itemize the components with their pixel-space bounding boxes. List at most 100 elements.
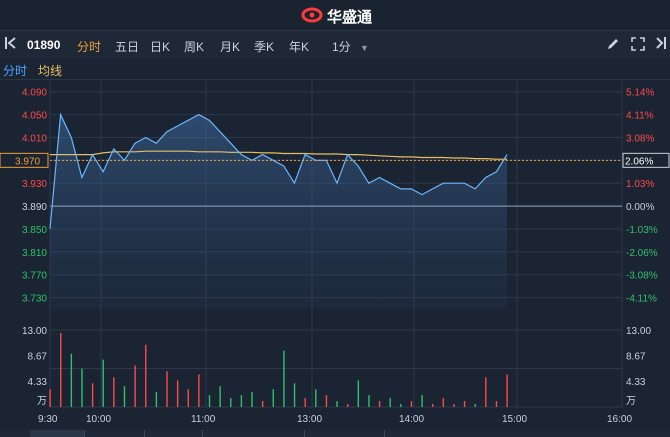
volume-bar <box>400 404 402 407</box>
price-tick-label: 4.090 <box>22 88 47 99</box>
expand-icon[interactable] <box>631 37 645 54</box>
toolbar: 01890 分时 五日 日K 周K 月K 季K 年K 1分 ▼ <box>0 31 670 59</box>
volume-bar <box>240 395 243 407</box>
volume-bar <box>283 350 285 407</box>
bottom-tab-3[interactable] <box>146 430 203 437</box>
time-tick-label: 13:00 <box>297 414 322 425</box>
bottom-tabs <box>0 430 670 437</box>
current-price-label: 3.970 <box>15 156 40 167</box>
time-tick-label: 15:00 <box>502 414 527 425</box>
volume-bar <box>336 401 338 407</box>
legend-row: 分时 均线 <box>0 59 670 80</box>
price-tick-label: 4.050 <box>22 111 47 122</box>
volume-bar <box>49 389 51 407</box>
volume-bar <box>219 386 221 407</box>
pct-tick-label: -1.03% <box>626 225 658 236</box>
tab-yearly-k[interactable]: 年K <box>289 38 309 55</box>
time-tick-label: 16:00 <box>607 414 632 425</box>
tab-daily-k[interactable]: 日K <box>150 38 170 55</box>
pct-tick-label: -2.06% <box>626 248 658 259</box>
pencil-icon[interactable] <box>606 37 620 54</box>
time-tick-label: 11:00 <box>191 414 216 425</box>
volume-bar <box>378 401 381 407</box>
tab-five-day[interactable]: 五日 <box>115 38 139 55</box>
volume-bars <box>49 332 508 407</box>
collapse-left-icon[interactable] <box>4 36 18 53</box>
pct-tick-label: -3.08% <box>626 271 658 282</box>
volume-bar <box>145 344 147 407</box>
legend-timeshare: 分时 <box>3 64 28 78</box>
price-area <box>50 114 507 309</box>
time-axis: 9:30 10:00 11:00 13:00 14:00 15:00 16:00 <box>38 414 632 425</box>
volume-tick-label: 万 <box>626 396 636 407</box>
tab-monthly-k[interactable]: 月K <box>220 38 240 55</box>
volume-bar <box>113 377 115 407</box>
bottom-tab-1[interactable] <box>30 430 85 437</box>
time-tick-label: 14:00 <box>399 414 424 425</box>
volume-bar <box>293 383 296 407</box>
current-pct-label: 2.06% <box>625 156 653 167</box>
stock-code: 01890 <box>27 38 61 52</box>
volume-tick-label: 万 <box>37 396 47 407</box>
volume-bar <box>506 374 508 407</box>
volume-bar <box>187 389 189 407</box>
volume-bar <box>325 395 328 407</box>
volume-tick-label: 13.00 <box>22 326 47 337</box>
pct-axis-right: 5.14% 4.11% 3.08% 1.03% 0.00% -1.03% -2.06% -3.… <box>626 88 658 305</box>
brand: 华盛通 <box>301 6 373 27</box>
volume-axis-right: 13.00 8.67 4.33 万 <box>626 326 651 407</box>
volume-bar <box>70 353 73 407</box>
tab-timeshare[interactable]: 分时 <box>77 38 101 55</box>
volume-bar <box>123 386 126 407</box>
pct-tick-label: 3.08% <box>626 133 654 144</box>
bottom-tab-5[interactable] <box>306 430 385 437</box>
volume-bar <box>102 359 104 407</box>
volume-bar <box>261 401 264 407</box>
volume-bar <box>272 389 274 407</box>
sidebar-collapse-icon[interactable] <box>653 36 667 53</box>
price-tick-label: 3.850 <box>22 225 47 236</box>
price-tick-label: 3.730 <box>22 294 47 305</box>
price-tick-label: 4.010 <box>22 133 47 144</box>
chevron-down-icon: ▼ <box>360 43 369 53</box>
pct-tick-label: -4.11% <box>626 294 657 305</box>
volume-bar <box>474 404 476 407</box>
pct-tick-label: 5.14% <box>626 88 654 99</box>
volume-bar <box>485 377 487 407</box>
bottom-tab-2[interactable] <box>86 430 145 437</box>
volume-bar <box>134 365 136 407</box>
volume-bar <box>91 383 94 407</box>
volume-bar <box>389 398 391 407</box>
legend-avg: 均线 <box>38 64 63 78</box>
volume-bar <box>357 380 360 407</box>
price-axis-left: 4.090 4.050 4.010 3.930 3.890 3.850 3.810 3.770… <box>22 88 47 305</box>
huasheng-logo-icon <box>301 7 323 23</box>
volume-tick-label: 4.33 <box>626 377 646 388</box>
pct-tick-label: 1.03% <box>626 179 654 190</box>
volume-bar <box>421 395 423 407</box>
time-tick-label: 10:00 <box>86 414 111 425</box>
volume-bar <box>176 380 179 407</box>
pct-tick-label: 4.11% <box>626 111 654 122</box>
price-tick-label: 3.810 <box>22 248 47 259</box>
volume-bar <box>155 392 158 407</box>
tab-weekly-k[interactable]: 周K <box>184 38 204 55</box>
volume-bar <box>166 371 168 407</box>
price-tick-label: 3.890 <box>22 202 47 213</box>
price-volume-chart[interactable]: 4.090 4.050 4.010 3.930 3.890 3.850 3.810 3.770… <box>0 79 670 430</box>
volume-bar <box>495 401 498 407</box>
volume-bar <box>81 368 83 407</box>
volume-bar <box>346 404 349 407</box>
volume-bar <box>453 404 455 407</box>
volume-axis-left: 13.00 8.67 4.33 万 <box>22 326 47 407</box>
volume-bar <box>198 374 200 407</box>
tab-quarterly-k[interactable]: 季K <box>254 38 274 55</box>
interval-select[interactable]: 1分 ▼ <box>332 38 369 55</box>
brand-bar: 华盛通 <box>0 0 670 31</box>
brand-name: 华盛通 <box>327 9 373 26</box>
price-tick-label: 3.770 <box>22 271 47 282</box>
bottom-tab-4[interactable] <box>204 430 305 437</box>
volume-bar <box>432 404 434 407</box>
volume-bar <box>442 398 445 407</box>
volume-tick-label: 8.67 <box>28 352 48 363</box>
